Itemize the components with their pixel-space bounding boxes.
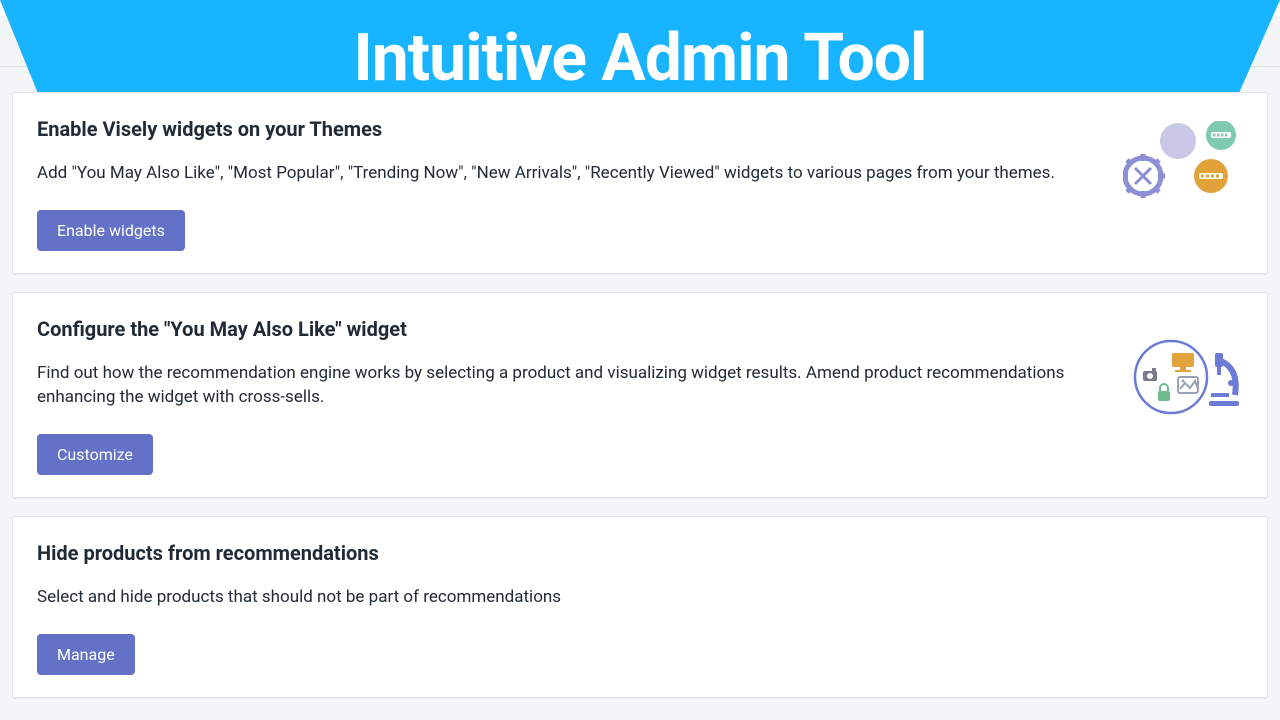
manage-button[interactable]: Manage: [37, 634, 135, 675]
card-description: Find out how the recommendation engine w…: [37, 361, 1087, 410]
card-description: Add "You May Also Like", "Most Popular",…: [37, 161, 1087, 186]
card-configure-widget: Configure the "You May Also Like" widget…: [12, 292, 1268, 498]
page-title: Intuitive Admin Tool: [353, 26, 926, 92]
card-hide-products: Hide products from recommendations Selec…: [12, 516, 1268, 698]
card-list: Enable Visely widgets on your Themes Add…: [0, 92, 1280, 698]
microscope-icon: [1123, 335, 1243, 429]
card-enable-widgets: Enable Visely widgets on your Themes Add…: [12, 92, 1268, 274]
card-description: Select and hide products that should not…: [37, 585, 1087, 610]
card-content: Enable Visely widgets on your Themes Add…: [37, 117, 1087, 251]
widgets-icon: [1123, 121, 1243, 215]
customize-button[interactable]: Customize: [37, 434, 153, 475]
card-title: Hide products from recommendations: [37, 541, 1087, 565]
card-title: Configure the "You May Also Like" widget: [37, 317, 1087, 341]
card-content: Configure the "You May Also Like" widget…: [37, 317, 1087, 475]
card-title: Enable Visely widgets on your Themes: [37, 117, 1087, 141]
enable-widgets-button[interactable]: Enable widgets: [37, 210, 185, 251]
card-content: Hide products from recommendations Selec…: [37, 541, 1087, 675]
